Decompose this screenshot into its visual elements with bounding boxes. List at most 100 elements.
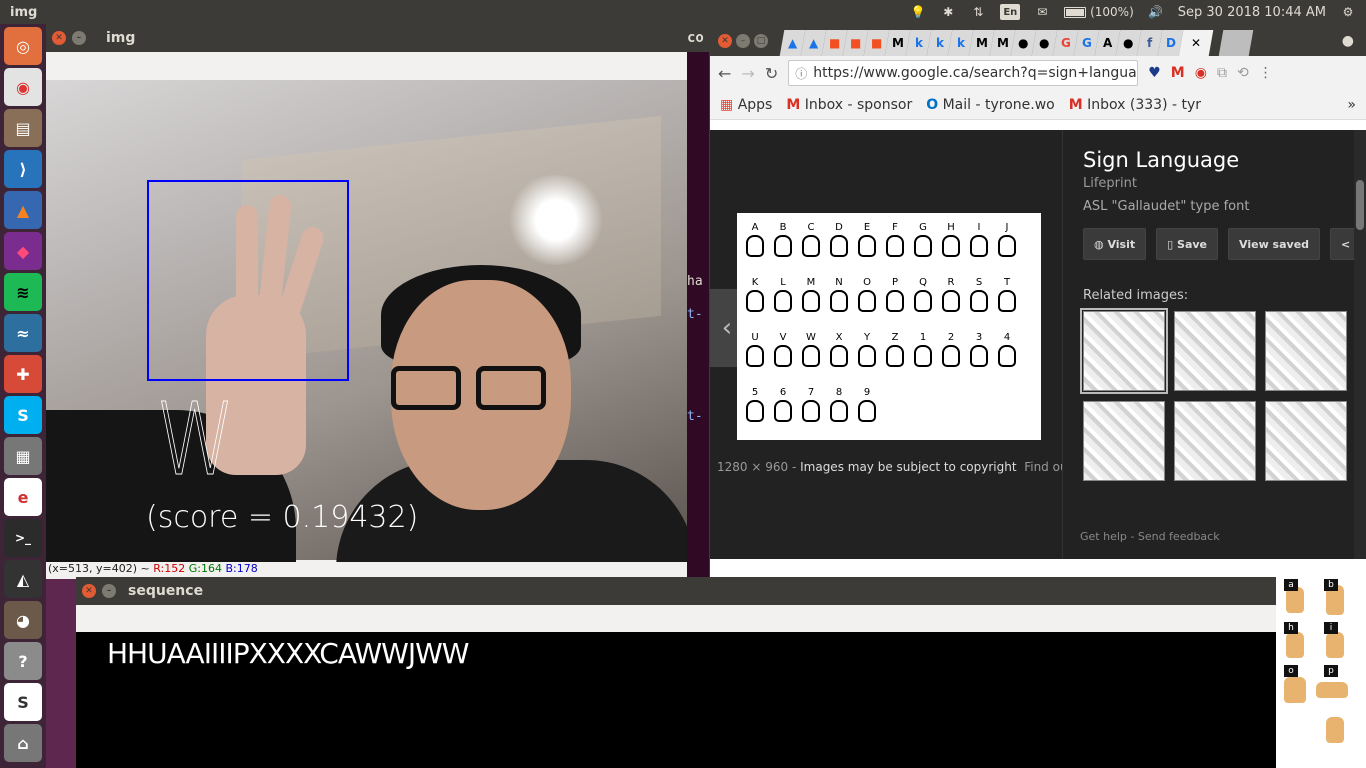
gimp-icon[interactable]: ◕	[4, 601, 42, 639]
extension-icon[interactable]: ⟲	[1237, 65, 1249, 81]
asl-alphabet-image[interactable]: A B C D E F G H I J K L M N O P Q R S T U V W X Y Z 1 2 3 4 5 6 7 8 9	[737, 213, 1041, 440]
close-icon[interactable]: ✕	[718, 34, 732, 48]
terminal-icon[interactable]: >_	[4, 519, 42, 557]
ubuntu-icon[interactable]: ◎	[4, 27, 42, 65]
chevron-left-icon: ‹	[721, 313, 733, 343]
related-image-thumb[interactable]	[1265, 401, 1347, 481]
bookmark-inbox-333[interactable]: M Inbox (333) - tyr	[1069, 97, 1201, 113]
save-label: Save	[1177, 237, 1208, 251]
prediction-score: (score = 0.19432)	[146, 500, 419, 535]
more-bookmarks-icon[interactable]: »	[1347, 97, 1356, 113]
img-window-title: img	[106, 30, 136, 46]
image-title[interactable]: Sign Language	[1083, 148, 1346, 172]
asl-sign-letter: H	[947, 222, 955, 234]
inkscape-icon[interactable]: ◭	[4, 560, 42, 598]
vscode-icon[interactable]: ⟩	[4, 150, 42, 188]
extension-badge-icon[interactable]: ◉	[1195, 65, 1207, 81]
close-icon[interactable]: ✕	[52, 31, 66, 45]
bookmark-mail-tyrone[interactable]: O Mail - tyrone.wo	[926, 97, 1055, 113]
calculator-icon[interactable]: ▦	[4, 437, 42, 475]
settings-tray-icon[interactable]: ✱	[940, 4, 956, 20]
power-gear-icon[interactable]: ⚙	[1340, 4, 1356, 20]
chrome-icon[interactable]: ◉	[4, 68, 42, 106]
sequence-window-title: sequence	[128, 583, 204, 599]
asl-sign-letter: P	[891, 277, 899, 289]
extension-icon[interactable]: ⧉	[1217, 65, 1227, 81]
asl-sign-letter: O	[863, 277, 871, 289]
asl-sign-cell: 9	[853, 387, 881, 431]
related-image-thumb[interactable]	[1080, 308, 1168, 394]
battery-indicator[interactable]: (100%)	[1064, 4, 1134, 20]
minimize-icon[interactable]: –	[102, 584, 116, 598]
send-feedback-link[interactable]: Send feedback	[1138, 530, 1220, 543]
maximize-icon[interactable]: □	[754, 34, 768, 48]
related-image-thumb[interactable]	[1174, 401, 1256, 481]
asl-hand-icon	[1284, 677, 1306, 703]
usb-icon[interactable]: ⌂	[4, 724, 42, 762]
bookmark-inbox-sponsor[interactable]: M Inbox - sponsor	[786, 97, 912, 113]
related-images-heading: Related images:	[1083, 288, 1189, 303]
cube-icon[interactable]: ◆	[4, 232, 42, 270]
slack-icon[interactable]: S	[4, 683, 42, 721]
help-icon[interactable]: ?	[4, 642, 42, 680]
keyboard-layout-indicator[interactable]: En	[1000, 4, 1021, 20]
reload-icon[interactable]: ↻	[765, 64, 778, 83]
pixel-b: B:178	[225, 562, 258, 575]
terminal-window-edge[interactable]: co ha t- t-	[687, 24, 709, 579]
img-window-titlebar[interactable]: ✕ – img	[46, 24, 706, 52]
skype-icon[interactable]: S	[4, 396, 42, 434]
network-arrows-icon[interactable]: ⇅	[970, 4, 986, 20]
asl-sign-cell: I	[965, 222, 993, 266]
volume-icon[interactable]: 🔊	[1148, 4, 1164, 20]
menu-icon[interactable]: ⋮	[1259, 65, 1273, 81]
asl-sign-letter: 6	[779, 386, 787, 398]
mysql-icon[interactable]: ≈	[4, 314, 42, 352]
asl-sign-letter: E	[863, 222, 871, 234]
mail-icon[interactable]: ✉	[1034, 4, 1050, 20]
close-icon[interactable]: ✕	[82, 584, 96, 598]
related-image-thumb[interactable]	[1174, 311, 1256, 391]
save-button[interactable]: ▯ Save	[1156, 228, 1219, 260]
spotify-icon[interactable]: ≋	[4, 273, 42, 311]
asl-sign-cell: Q	[909, 277, 937, 321]
close-tab-icon[interactable]: ✕	[1191, 36, 1201, 50]
sequence-window-titlebar[interactable]: ✕ – sequence	[76, 577, 1276, 605]
visit-button[interactable]: ◍ Visit	[1083, 228, 1147, 260]
asl-sign-letter: Y	[863, 331, 871, 343]
eclipse-icon[interactable]: e	[4, 478, 42, 516]
asl-reference-chart[interactable]: a b h i o p	[1276, 577, 1366, 768]
forward-icon[interactable]: →	[741, 64, 754, 83]
profile-icon[interactable]: ●	[1342, 33, 1354, 49]
tab-active[interactable]: ✕	[1178, 30, 1214, 56]
asl-sign-letter: M	[806, 277, 816, 289]
files-icon[interactable]: ▤	[4, 109, 42, 147]
minimize-icon[interactable]: –	[72, 31, 86, 45]
bookmark-label: Inbox (333) - tyr	[1087, 96, 1202, 113]
info-icon[interactable]: ⓘ	[795, 65, 807, 82]
back-icon[interactable]: ←	[718, 64, 731, 83]
matlab-icon[interactable]: ▲	[4, 191, 42, 229]
terminal-line: ha	[687, 274, 703, 289]
related-images-grid	[1080, 308, 1347, 481]
scrollbar[interactable]	[1354, 130, 1366, 559]
clock[interactable]: Sep 30 2018 10:44 AM	[1178, 5, 1326, 20]
new-tab-button[interactable]	[1218, 30, 1254, 56]
related-image-thumb[interactable]	[1083, 401, 1165, 481]
get-help-link[interactable]: Get help	[1080, 530, 1127, 543]
extension-icon[interactable]: ♥	[1148, 65, 1161, 81]
gmail-extension-icon[interactable]: M	[1171, 65, 1185, 81]
asl-sign-cell: P	[881, 277, 909, 321]
asl-sign-cell: S	[965, 277, 993, 321]
scrollbar-thumb[interactable]	[1356, 180, 1364, 230]
panel-footer: Get help - Send feedback	[1080, 530, 1220, 543]
settings-icon[interactable]: ✚	[4, 355, 42, 393]
related-image-thumb[interactable]	[1265, 311, 1347, 391]
lightbulb-icon[interactable]: 💡	[910, 4, 926, 20]
webcam-frame[interactable]: W (score = 0.19432)	[46, 80, 696, 570]
minimize-icon[interactable]: –	[736, 34, 750, 48]
image-source[interactable]: Lifeprint	[1083, 176, 1346, 191]
view-saved-button[interactable]: View saved	[1228, 228, 1321, 260]
bookmark-apps[interactable]: ▦ Apps	[720, 97, 772, 113]
address-bar[interactable]: ⓘ https://www.google.ca/search?q=sign+la…	[788, 60, 1139, 86]
pixel-r: R:152	[153, 562, 186, 575]
